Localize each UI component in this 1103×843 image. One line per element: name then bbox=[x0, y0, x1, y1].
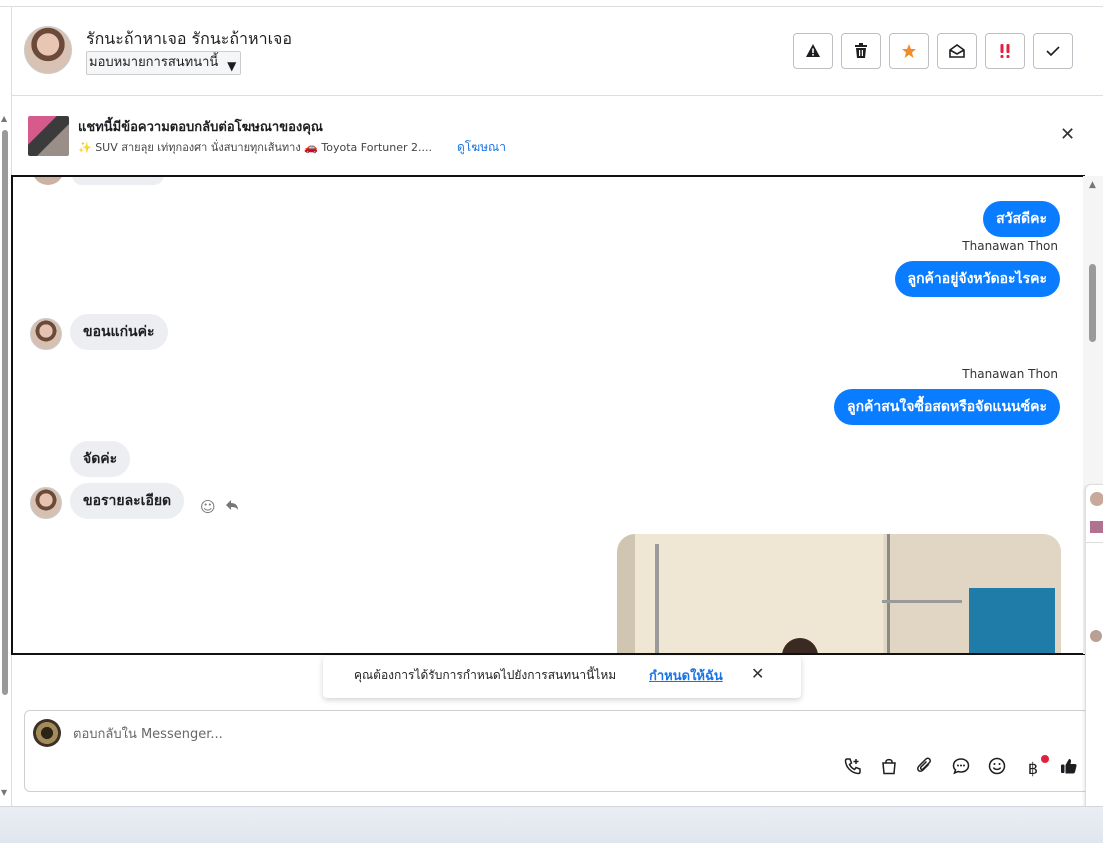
outgoing-message[interactable]: ลูกค้าอยู่จังหวัดอะไรคะ bbox=[894, 261, 1060, 297]
contact-name[interactable]: รักนะถ้าหาเจอ รักนะถ้าหาเจอ bbox=[86, 27, 292, 52]
assign-conversation-label: มอบหมายการสนทนานี้ bbox=[89, 55, 219, 70]
incoming-message-partial[interactable] bbox=[72, 177, 164, 185]
message-composer[interactable]: ตอบกลับใน Messenger... ฿ bbox=[24, 710, 1090, 792]
close-icon[interactable]: ✕ bbox=[751, 666, 764, 682]
reply-input[interactable]: ตอบกลับใน Messenger... bbox=[73, 723, 223, 744]
emoji-react-icon[interactable]: ☺ bbox=[200, 498, 216, 516]
contact-avatar[interactable] bbox=[24, 26, 72, 74]
envelope-open-icon bbox=[949, 44, 965, 58]
page-scrollbar[interactable]: ▲ ▼ bbox=[0, 110, 10, 800]
reply-icon[interactable] bbox=[225, 497, 239, 515]
view-ad-link[interactable]: ดูโฆษณา bbox=[457, 138, 506, 157]
priority-icon bbox=[1000, 44, 1010, 58]
check-icon bbox=[1046, 46, 1060, 57]
priority-button[interactable] bbox=[985, 33, 1025, 69]
emoji-icon[interactable] bbox=[985, 757, 1009, 781]
notification-dot bbox=[1041, 755, 1049, 763]
assign-conversation-select[interactable]: มอบหมายการสนทนานี้ ▼ bbox=[86, 51, 242, 75]
follow-up-button[interactable] bbox=[889, 33, 929, 69]
outgoing-message[interactable]: ลูกค้าสนใจซื้อสดหรือจัดแนนซ์คะ bbox=[834, 389, 1060, 425]
caret-down-icon: ▼ bbox=[227, 59, 237, 73]
mark-spam-button[interactable] bbox=[793, 33, 833, 69]
warning-icon bbox=[806, 44, 820, 57]
sender-name: Thanawan Thon bbox=[962, 239, 1058, 253]
assign-notice-text: คุณต้องการได้รับการกำหนดไปยังการสนทนานี้… bbox=[354, 668, 617, 682]
side-inbox-panel[interactable] bbox=[1085, 484, 1103, 818]
mark-done-button[interactable] bbox=[1033, 33, 1073, 69]
close-icon[interactable]: ✕ bbox=[1060, 126, 1075, 144]
assign-notice: คุณต้องการได้รับการกำหนดไปยังการสนทนานี้… bbox=[323, 656, 801, 698]
assign-to-me-link[interactable]: กำหนดให้ฉัน bbox=[649, 665, 723, 686]
ad-banner-title: แชทนี้มีข้อความตอบกลับต่อโฆษณาของคุณ bbox=[78, 120, 323, 135]
photo-detail bbox=[969, 588, 1055, 653]
page-avatar bbox=[33, 719, 61, 747]
incoming-message[interactable]: ขอรายละเอียด bbox=[70, 483, 185, 519]
avatar[interactable] bbox=[1090, 521, 1103, 533]
avatar[interactable] bbox=[30, 318, 62, 350]
thread-scrollbar-thumb[interactable] bbox=[1089, 264, 1096, 342]
conversation-header: รักนะถ้าหาเจอ รักนะถ้าหาเจอ มอบหมายการสน… bbox=[12, 7, 1103, 96]
photo-detail bbox=[887, 534, 890, 653]
incoming-message[interactable]: ขอนแก่นค่ะ bbox=[70, 314, 168, 350]
trash-icon bbox=[855, 43, 867, 58]
page-scrollbar-thumb[interactable] bbox=[2, 130, 8, 695]
scroll-up-icon[interactable]: ▲ bbox=[1089, 180, 1096, 190]
thumbs-up-icon[interactable] bbox=[1057, 757, 1081, 781]
scroll-up-icon[interactable]: ▲ bbox=[1, 114, 7, 123]
sender-name: Thanawan Thon bbox=[962, 367, 1058, 381]
ad-thumbnail[interactable] bbox=[28, 116, 69, 156]
incoming-message[interactable]: จัดค่ะ bbox=[70, 441, 131, 477]
ad-description: ✨ SUV สายลุย เท่ทุกองศา นั่งสบายทุกเส้นท… bbox=[78, 141, 433, 154]
photo-detail bbox=[882, 600, 962, 603]
star-icon bbox=[902, 44, 916, 58]
attachment-icon[interactable] bbox=[913, 757, 937, 781]
avatar[interactable] bbox=[30, 487, 62, 519]
photo-detail bbox=[655, 544, 659, 653]
avatar[interactable] bbox=[1090, 630, 1102, 642]
outgoing-message[interactable]: สวัสดีคะ bbox=[983, 201, 1060, 237]
call-icon[interactable] bbox=[841, 757, 865, 781]
taskbar bbox=[0, 806, 1103, 843]
message-thread[interactable]: สวัสดีคะ Thanawan Thon ลูกค้าอยู่จังหวัด… bbox=[11, 175, 1085, 655]
divider bbox=[1086, 542, 1103, 543]
shopping-bag-icon[interactable] bbox=[877, 757, 901, 781]
saved-replies-icon[interactable] bbox=[949, 757, 973, 781]
ad-reply-banner: แชทนี้มีข้อความตอบกลับต่อโฆษณาของคุณ ✨ S… bbox=[12, 96, 1103, 174]
mark-unread-button[interactable] bbox=[937, 33, 977, 69]
outgoing-photo[interactable] bbox=[617, 534, 1061, 653]
delete-button[interactable] bbox=[841, 33, 881, 69]
avatar[interactable] bbox=[1090, 492, 1103, 506]
scroll-down-icon[interactable]: ▼ bbox=[1, 788, 7, 797]
avatar bbox=[32, 177, 64, 185]
